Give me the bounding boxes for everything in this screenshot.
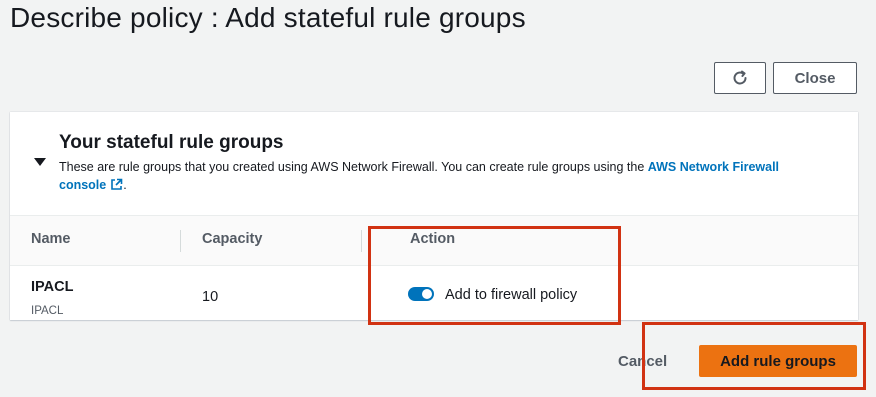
refresh-button[interactable] <box>714 62 766 94</box>
column-separator <box>361 230 362 252</box>
external-link-icon[interactable] <box>110 178 123 191</box>
add-button-highlight-box <box>642 322 866 390</box>
close-button[interactable]: Close <box>773 62 857 94</box>
column-header-name: Name <box>31 231 71 247</box>
rule-group-subname: IPACL <box>31 305 64 317</box>
rule-group-capacity: 10 <box>202 289 219 305</box>
description-text: These are rule groups that you created u… <box>59 160 648 174</box>
description-end: . <box>123 178 127 192</box>
column-separator <box>180 230 181 252</box>
section-description: These are rule groups that you created u… <box>59 158 829 194</box>
collapse-caret-icon[interactable] <box>34 158 46 166</box>
rule-group-name: IPACL <box>31 279 74 295</box>
page-title: Describe policy : Add stateful rule grou… <box>10 2 526 33</box>
action-highlight-box <box>368 226 621 325</box>
column-header-capacity: Capacity <box>202 231 263 247</box>
refresh-icon <box>733 70 747 85</box>
section-title: Your stateful rule groups <box>59 132 284 153</box>
